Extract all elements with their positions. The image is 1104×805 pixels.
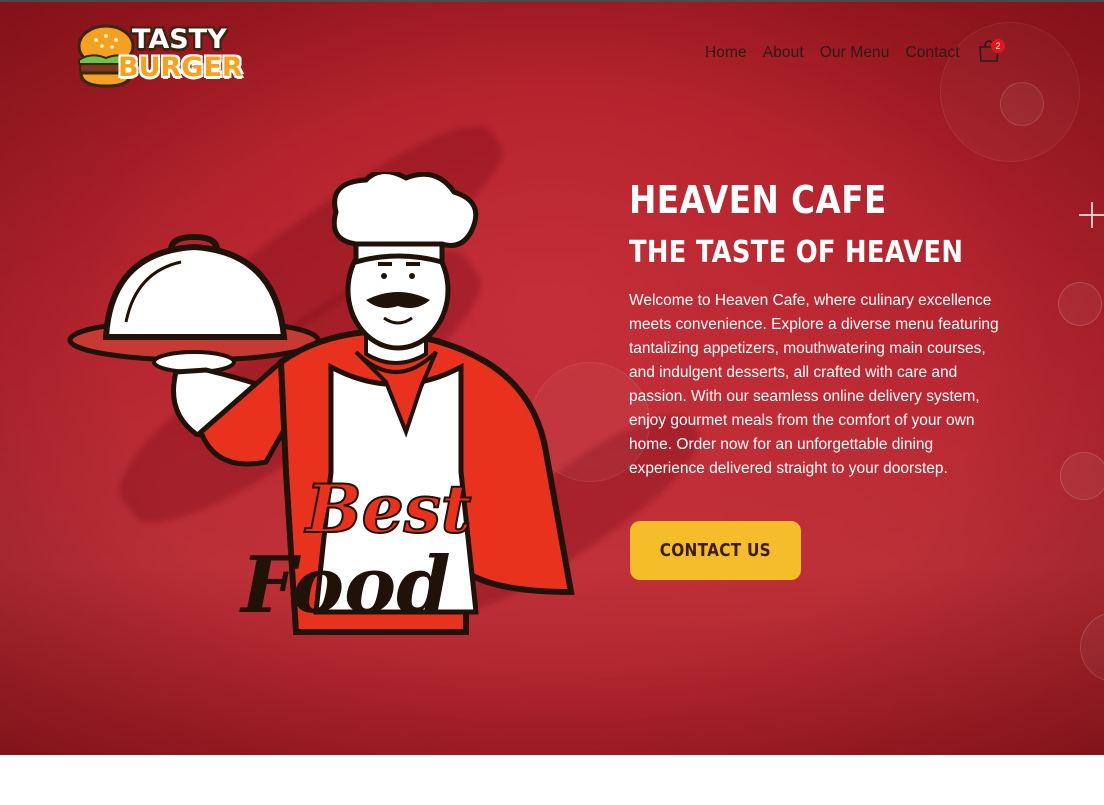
logo-text-burger: BURGER <box>118 52 243 83</box>
cart-count-badge: 2 <box>991 39 1005 53</box>
illustration-text-best: Best <box>304 470 471 548</box>
nav-link-our-menu[interactable]: Our Menu <box>820 44 890 62</box>
nav-link-home[interactable]: Home <box>705 44 747 62</box>
logo-text-tasty: TASTY <box>132 24 227 55</box>
nav-link-contact[interactable]: Contact <box>905 44 959 62</box>
hero-subtitle: THE TASTE OF HEAVEN <box>629 235 964 270</box>
hero-section: TASTY BURGER Home About Our Menu Contact… <box>0 2 1104 755</box>
chef-illustration: Best Food <box>67 172 575 635</box>
contact-us-button[interactable]: CONTACT US <box>630 521 801 580</box>
main-nav: Home About Our Menu Contact <box>705 44 976 62</box>
nav-link-about[interactable]: About <box>763 44 804 62</box>
contact-us-button-label: CONTACT US <box>659 540 772 561</box>
hero-description: Welcome to Heaven Cafe, where culinary e… <box>629 292 999 477</box>
site-logo[interactable]: TASTY BURGER <box>76 22 256 92</box>
hero-title: HEAVEN CAFE <box>629 178 887 222</box>
illustration-text-food: Food <box>239 540 451 631</box>
below-fold-section <box>0 755 1104 805</box>
